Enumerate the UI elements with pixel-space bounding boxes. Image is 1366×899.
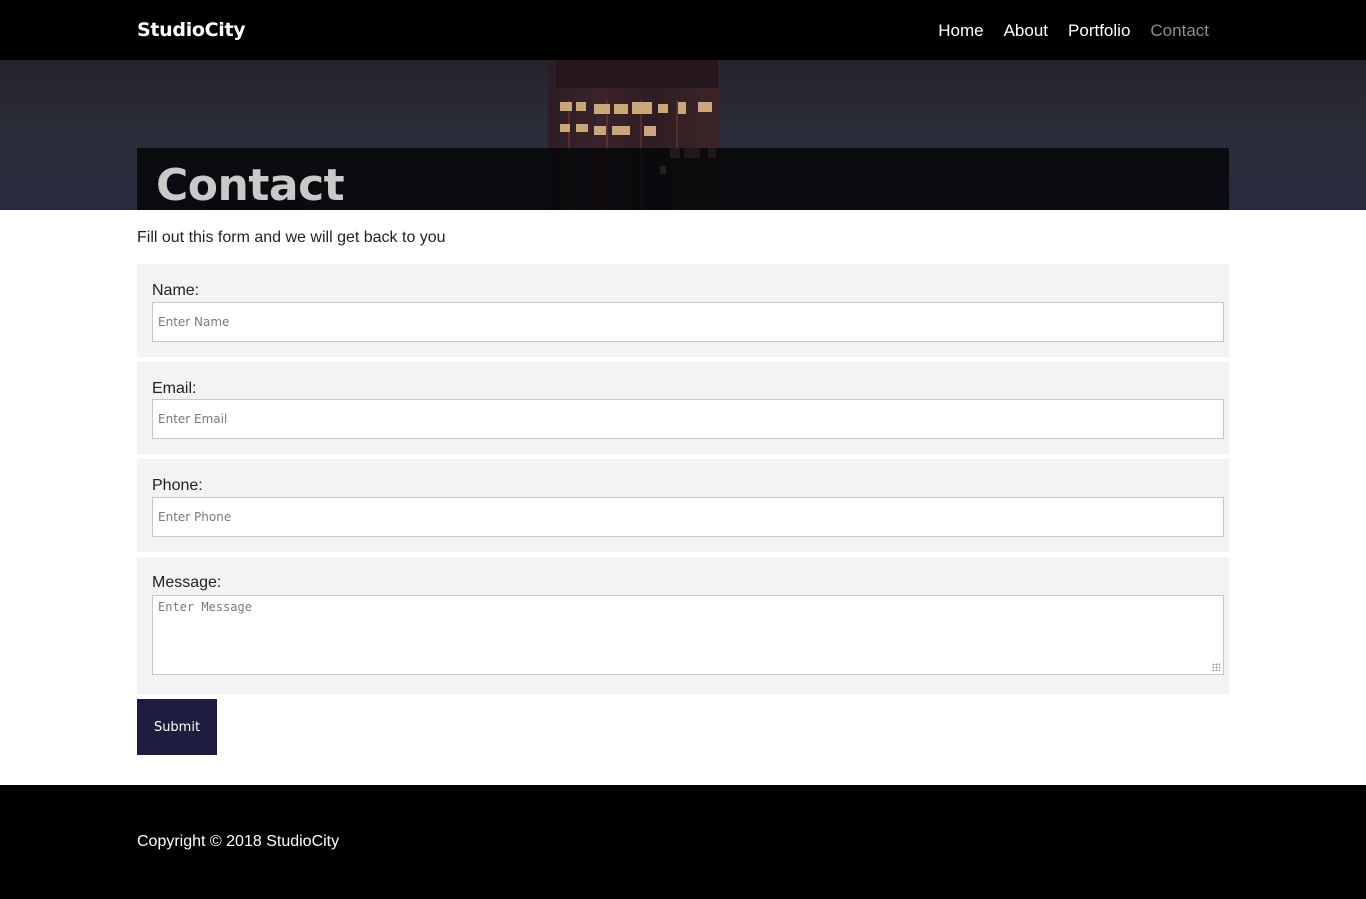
email-input[interactable] — [152, 399, 1224, 439]
submit-button[interactable]: Submit — [137, 699, 217, 755]
email-form-group: Email: — [137, 362, 1229, 454]
main-nav: Home About Portfolio Contact — [938, 21, 1209, 41]
name-input[interactable] — [152, 302, 1224, 342]
email-label: Email: — [152, 380, 197, 397]
nav-link-home[interactable]: Home — [938, 21, 983, 41]
site-logo[interactable]: StudioCity — [137, 19, 246, 41]
footer: Copyright © 2018 StudioCity — [0, 785, 1366, 899]
name-form-group: Name: — [137, 264, 1229, 357]
navbar: StudioCity Home About Portfolio Contact — [0, 0, 1366, 60]
message-label: Message: — [152, 574, 222, 591]
name-label: Name: — [152, 282, 200, 299]
phone-label: Phone: — [152, 477, 203, 494]
page-title-banner: Contact — [137, 148, 1229, 210]
page-title: Contact — [156, 160, 345, 210]
form-intro-text: Fill out this form and we will get back … — [137, 229, 446, 246]
resize-grip-icon[interactable] — [1212, 663, 1220, 671]
hero-banner-image: Contact — [0, 60, 1366, 210]
phone-input[interactable] — [152, 497, 1224, 537]
nav-link-contact[interactable]: Contact — [1150, 21, 1209, 41]
message-form-group: Message: — [137, 557, 1229, 694]
phone-form-group: Phone: — [137, 459, 1229, 552]
copyright-text: Copyright © 2018 StudioCity — [137, 833, 340, 850]
building-top — [556, 60, 719, 88]
message-textarea[interactable] — [152, 595, 1224, 675]
nav-link-portfolio[interactable]: Portfolio — [1068, 21, 1130, 41]
nav-link-about[interactable]: About — [1004, 21, 1048, 41]
